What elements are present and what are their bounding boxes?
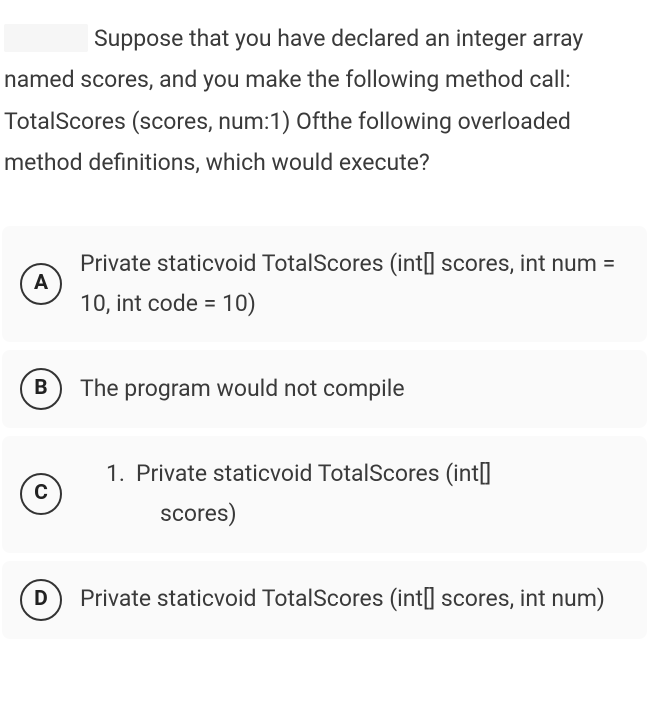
question-block: Suppose that you have declared an intege…: [0, 0, 649, 184]
option-c-line2: scores): [106, 494, 633, 534]
option-letter-b: B: [20, 368, 62, 410]
option-d[interactable]: D Private staticvoid TotalScores (int[] …: [2, 561, 647, 639]
option-c-line1: Private staticvoid TotalScores (int[]: [136, 460, 491, 487]
option-letter-c: C: [20, 473, 62, 515]
option-c[interactable]: C 1.Private staticvoid TotalScores (int[…: [2, 436, 647, 553]
redacted-badge: [4, 24, 88, 52]
question-text: Suppose that you have declared an intege…: [4, 25, 583, 176]
option-text-d: Private staticvoid TotalScores (int[] sc…: [80, 579, 633, 619]
option-text-a: Private staticvoid TotalScores (int[] sc…: [80, 244, 633, 325]
option-c-number: 1.: [106, 454, 136, 494]
option-text-c: 1.Private staticvoid TotalScores (int[] …: [80, 454, 633, 535]
option-letter-d: D: [20, 579, 62, 621]
options-list: A Private staticvoid TotalScores (int[] …: [0, 226, 649, 639]
option-text-b: The program would not compile: [80, 369, 633, 409]
option-b[interactable]: B The program would not compile: [2, 350, 647, 428]
option-a[interactable]: A Private staticvoid TotalScores (int[] …: [2, 226, 647, 343]
option-letter-a: A: [20, 263, 62, 305]
